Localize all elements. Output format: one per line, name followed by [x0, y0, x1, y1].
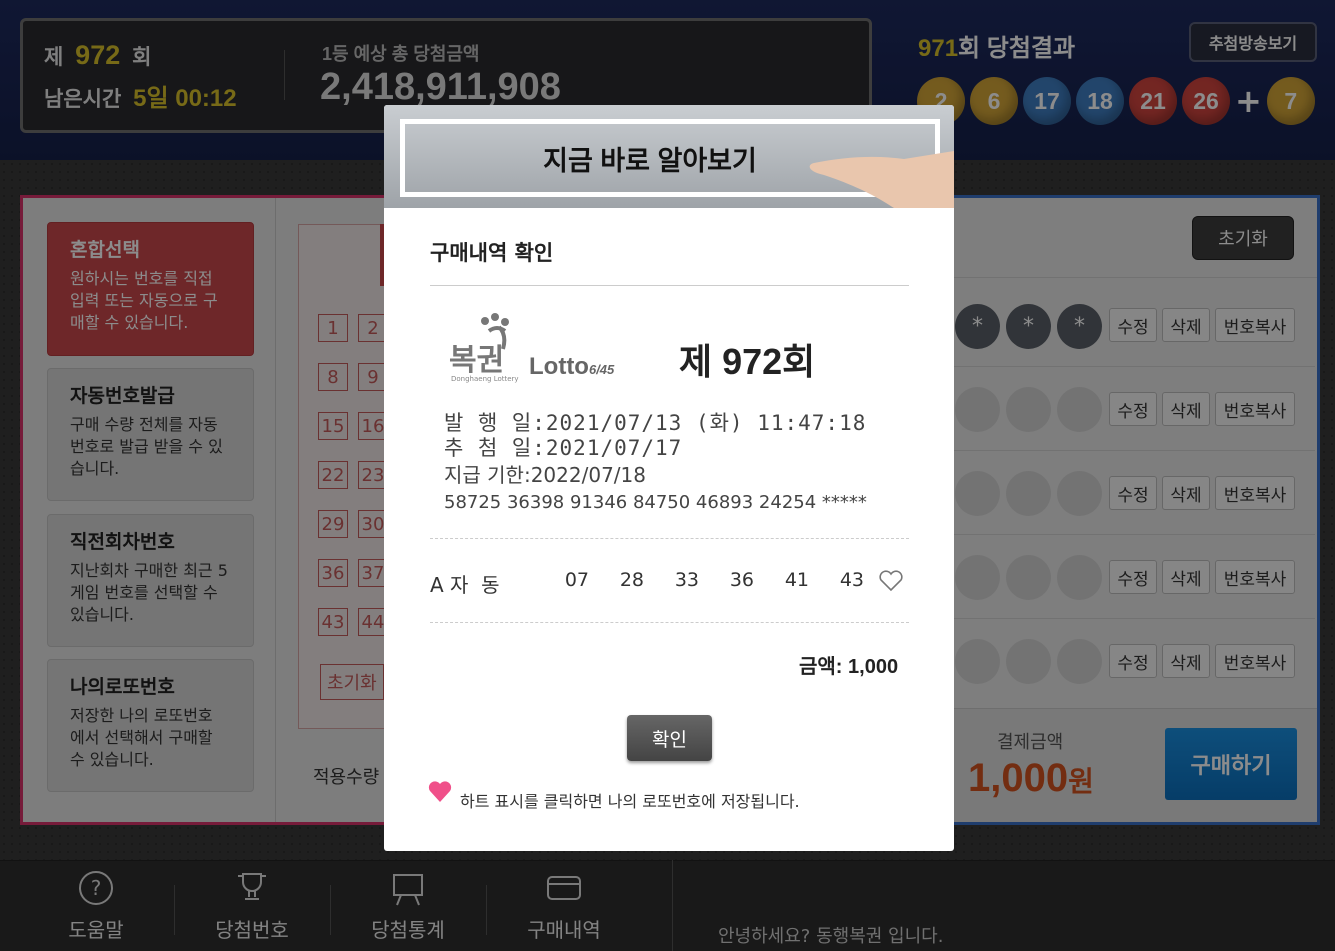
lotto-logo: Lotto6/45 [529, 353, 615, 380]
logo-text: 복권 [449, 343, 505, 378]
game-number: 33 [674, 569, 699, 591]
modal-round: 제 972회 [679, 341, 816, 382]
heart-note: 하트 표시를 클릭하면 나의 로또번호에 저장됩니다. [460, 792, 800, 811]
game-number: 36 [729, 569, 754, 591]
bokgwon-logo: 복권 Donghaeng Lottery [449, 313, 529, 385]
purchase-confirm-modal: 지금 바로 알아보기 구매내역 확인 복권 Donghaeng Lottery … [384, 105, 954, 851]
heart-outline-icon[interactable] [878, 569, 904, 593]
banner-text: 지금 바로 알아보기 [543, 145, 757, 176]
divider [430, 622, 909, 623]
game-number: 07 [564, 569, 589, 591]
ticket-serial: 58725 36398 91346 84750 46893 24254 ****… [444, 492, 867, 513]
divider [430, 538, 909, 539]
confirm-button[interactable]: 확인 [627, 715, 712, 761]
modal-title: 구매내역 확인 [430, 241, 554, 265]
game-number: 28 [619, 569, 644, 591]
heart-filled-icon [428, 781, 452, 802]
hand-pointer-icon [809, 151, 954, 208]
divider [430, 285, 909, 286]
logo-subtext: Donghaeng Lottery [451, 375, 519, 383]
game-number: 41 [784, 569, 809, 591]
game-number: 43 [839, 569, 864, 591]
modal-amount: 금액: 1,000 [799, 656, 899, 678]
game-numbers: 07 28 33 36 41 43 [534, 569, 864, 591]
payment-deadline: 지급 기한:2022/07/18 [444, 463, 646, 487]
draw-date: 추 첨 일:2021/07/17 [444, 436, 683, 460]
game-label: A 자 동 [430, 573, 500, 597]
promo-banner[interactable]: 지금 바로 알아보기 [384, 105, 954, 208]
